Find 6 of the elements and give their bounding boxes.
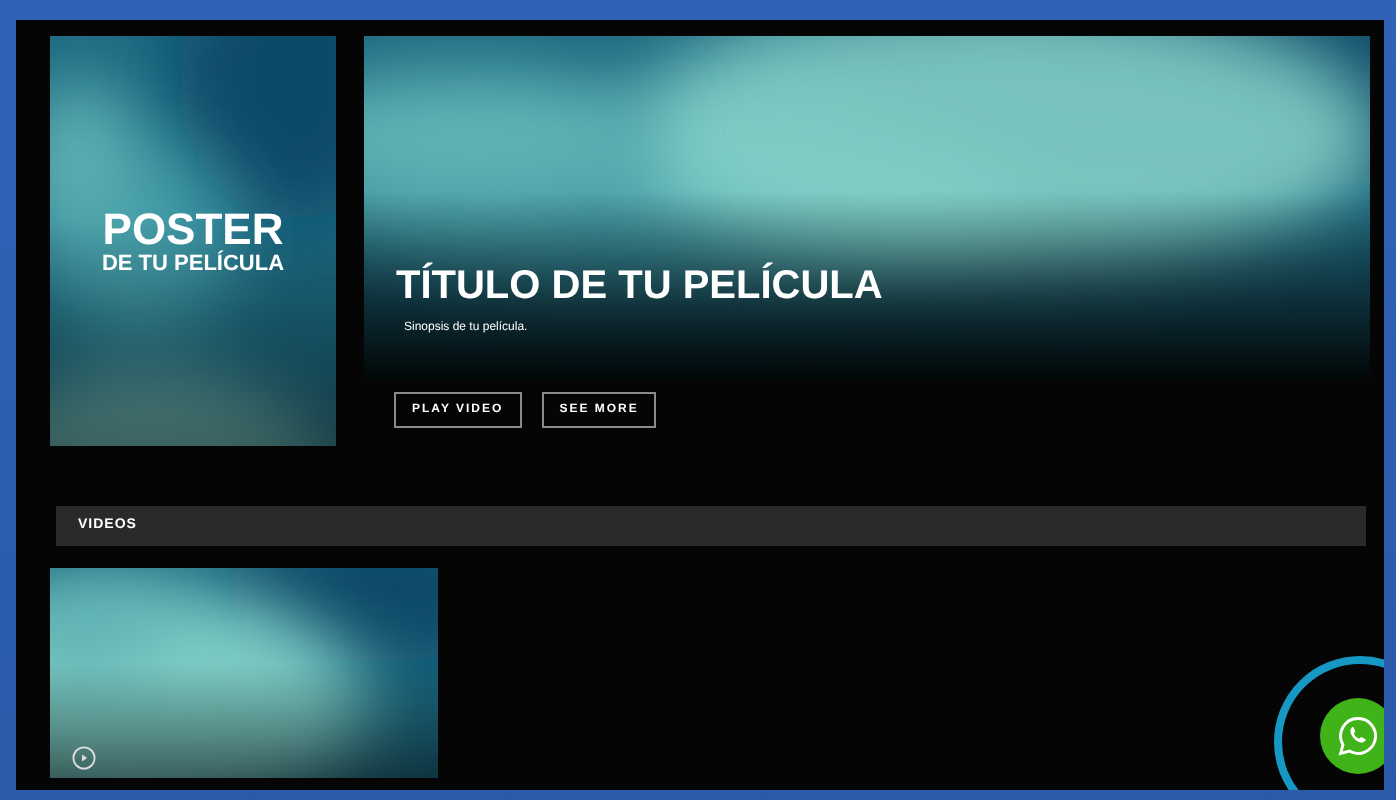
poster-subtitle: DE TU PELÍCULA	[101, 251, 285, 275]
play-icon[interactable]	[72, 746, 96, 770]
poster-title: POSTER	[102, 207, 284, 251]
movie-title: TÍTULO DE TU PELÍCULA	[396, 264, 885, 308]
phone-chat-icon	[1336, 714, 1380, 758]
chat-button[interactable]	[1320, 698, 1384, 774]
